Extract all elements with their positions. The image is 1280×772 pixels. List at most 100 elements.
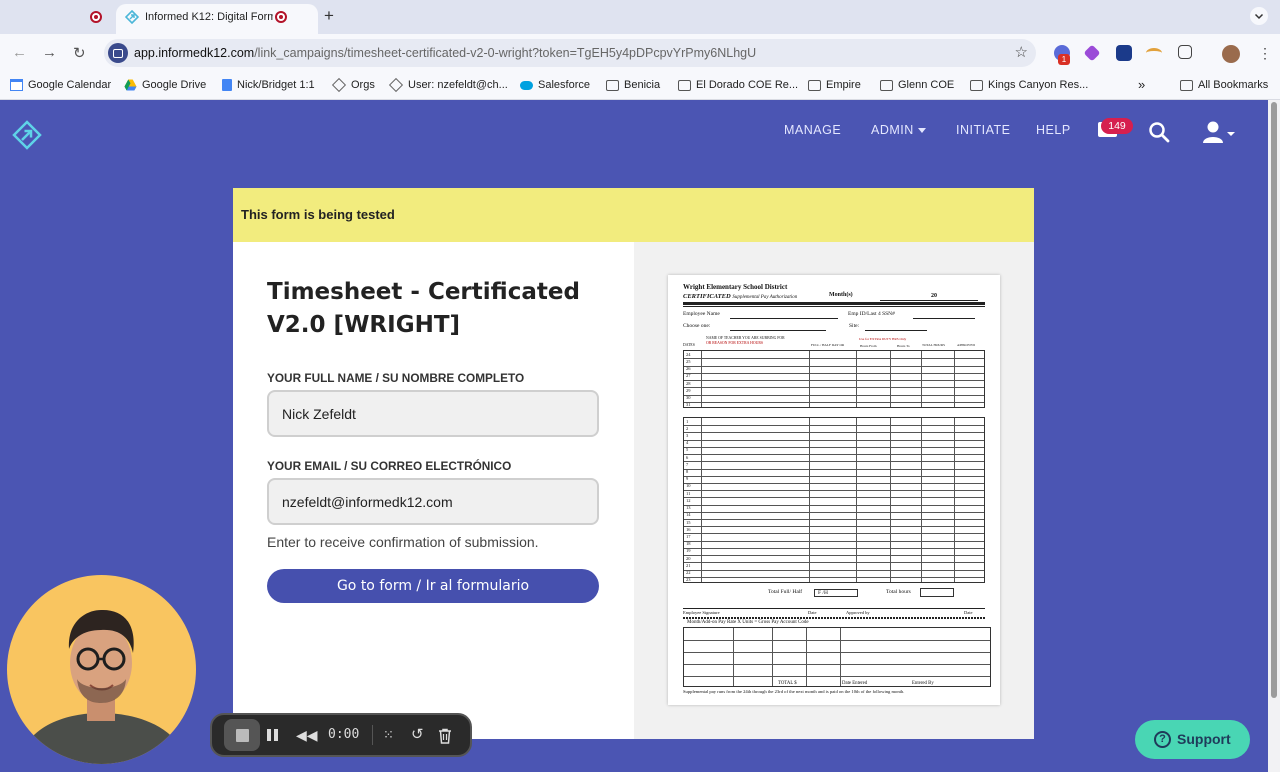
- preview-grid-row: [684, 664, 990, 665]
- preview-line: [730, 330, 826, 331]
- tab-search-button[interactable]: [1250, 7, 1268, 25]
- restart-button[interactable]: ↺: [411, 715, 424, 755]
- support-label: Support: [1177, 731, 1231, 747]
- preview-day-number: 28: [686, 380, 691, 386]
- preview-grid-row: [684, 490, 984, 492]
- preview-footer: Supplemental pay runs from the 24th thro…: [683, 689, 905, 694]
- page-scrollbar[interactable]: [1268, 100, 1280, 772]
- user-menu-icon[interactable]: [1202, 120, 1238, 144]
- preview-grid-row: [684, 533, 984, 535]
- reload-button[interactable]: ↻: [73, 44, 86, 62]
- site-info-icon[interactable]: [108, 43, 128, 63]
- back-button[interactable]: ←: [12, 44, 27, 61]
- bookmark-salesforce[interactable]: Salesforce: [520, 79, 590, 91]
- preview-grid-row: [684, 652, 990, 653]
- preview-grid-row: [684, 562, 984, 564]
- app-header: MANAGE ADMIN INITIATE HELP: [0, 100, 1268, 166]
- preview-grid-col: [921, 351, 922, 407]
- preview-grid-col: [840, 628, 841, 686]
- bookmark-kings-canyon[interactable]: Kings Canyon Res...: [970, 79, 1088, 91]
- preview-total-box: [920, 588, 954, 597]
- preview-rule: [683, 608, 985, 609]
- bookmark-orgs[interactable]: Orgs: [331, 77, 375, 93]
- recording-icon: [90, 11, 102, 23]
- new-tab-button[interactable]: +: [324, 6, 334, 26]
- more-bookmarks-button[interactable]: »: [1138, 77, 1145, 92]
- preview-grid-row: [684, 401, 984, 403]
- extension-blue-icon[interactable]: [1116, 45, 1132, 61]
- extension-puzzle-purple-icon[interactable]: [1083, 44, 1101, 62]
- browser-menu-icon[interactable]: ⋮: [1258, 45, 1272, 62]
- bookmark-user[interactable]: User: nzefeldt@ch...: [388, 77, 508, 93]
- bookmark-empire[interactable]: Empire: [808, 79, 861, 91]
- preview-employee-signature: Employee Signature: [683, 610, 720, 615]
- all-bookmarks[interactable]: All Bookmarks: [1180, 79, 1268, 91]
- tab-recording[interactable]: [8, 4, 112, 34]
- browser-tabstrip: Informed K12: Digital Form +: [0, 0, 1280, 34]
- preview-month-line: [880, 300, 978, 301]
- bookmark-benicia[interactable]: Benicia: [606, 79, 660, 91]
- url-text: app.informedk12.com/link_campaigns/times…: [134, 46, 757, 60]
- nav-manage[interactable]: MANAGE: [784, 123, 841, 137]
- preview-line: [730, 318, 838, 319]
- informed-icon: [388, 77, 404, 93]
- grid-button[interactable]: ⁙: [383, 715, 394, 755]
- tab-informed-k12[interactable]: Informed K12: Digital Form: [116, 4, 318, 34]
- forward-button[interactable]: →: [42, 44, 57, 61]
- bookmark-nick-bridget[interactable]: Nick/Bridget 1:1: [222, 79, 315, 91]
- webcam-bubble[interactable]: [7, 575, 196, 764]
- preview-day-number: 2: [686, 425, 689, 431]
- bookmark-el-dorado[interactable]: El Dorado COE Re...: [678, 79, 798, 91]
- preview-col-dates: DATES: [683, 343, 695, 347]
- preview-day-number: 9: [686, 476, 689, 482]
- preview-day-number: 27: [686, 373, 691, 379]
- caret-down-icon: [917, 128, 926, 134]
- preview-day-number: 6: [686, 454, 689, 460]
- bookmark-google-drive[interactable]: Google Drive: [124, 79, 206, 91]
- name-input[interactable]: [267, 390, 599, 437]
- preview-grid-col: [954, 351, 955, 407]
- preview-date-2: Date: [964, 610, 973, 615]
- folder-icon: [808, 79, 821, 91]
- rewind-button[interactable]: ◀◀: [296, 715, 318, 755]
- address-bar[interactable]: app.informedk12.com/link_campaigns/times…: [104, 39, 1036, 67]
- preview-col-hours-to: Hours To: [897, 344, 910, 348]
- preview-col-hours-from: Hours From: [860, 344, 877, 348]
- preview-grid-col: [701, 418, 702, 582]
- support-button[interactable]: ? Support: [1135, 720, 1250, 759]
- scrollbar-thumb[interactable]: [1271, 102, 1277, 698]
- bookmark-google-calendar[interactable]: Google Calendar: [10, 79, 111, 91]
- testing-banner: This form is being tested: [233, 188, 1034, 242]
- preview-grid-row: [684, 504, 984, 506]
- preview-day-number: 25: [686, 358, 691, 364]
- recording-timer: 0:00: [328, 727, 360, 742]
- stop-button[interactable]: [224, 719, 260, 751]
- preview-day-number: 12: [686, 497, 691, 503]
- nav-admin[interactable]: ADMIN: [871, 123, 926, 137]
- extensions-puzzle-icon[interactable]: [1178, 45, 1192, 59]
- preview-pay-table: [683, 627, 991, 687]
- bookmark-glenn-coe[interactable]: Glenn COE: [880, 79, 954, 91]
- preview-grid-row: [684, 540, 984, 542]
- preview-grid-col: [701, 351, 702, 407]
- search-icon[interactable]: [1148, 121, 1170, 143]
- calendar-icon: [10, 79, 23, 91]
- preview-total-full-half: Total Full/ Half: [768, 589, 803, 595]
- informed-logo-icon[interactable]: [12, 120, 42, 150]
- go-to-form-button[interactable]: Go to form / Ir al formulario: [267, 569, 599, 603]
- presenter-avatar: [17, 609, 189, 764]
- extension-rainbow-icon[interactable]: [1146, 48, 1162, 58]
- bookmark-star-icon[interactable]: ☆: [1015, 43, 1028, 61]
- preview-day-number: 15: [686, 519, 691, 525]
- preview-grid-row: [684, 387, 984, 389]
- nav-help[interactable]: HELP: [1036, 123, 1071, 137]
- delete-button[interactable]: [438, 715, 452, 755]
- folder-icon: [970, 79, 983, 91]
- preview-day-number: 16: [686, 526, 691, 532]
- preview-grid-row: [684, 569, 984, 571]
- profile-avatar[interactable]: [1222, 45, 1240, 63]
- email-input[interactable]: [267, 478, 599, 525]
- nav-initiate[interactable]: INITIATE: [956, 123, 1010, 137]
- preview-day-number: 21: [686, 562, 691, 568]
- preview-day-number: 13: [686, 505, 691, 511]
